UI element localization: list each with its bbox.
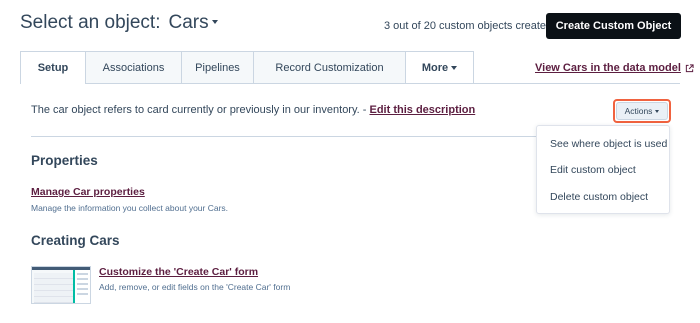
view-in-data-model-label: View Cars in the data model: [535, 62, 681, 74]
tab-record-customization-label: Record Customization: [275, 61, 384, 74]
caret-down-icon: [655, 109, 660, 113]
tab-setup[interactable]: Setup: [20, 51, 86, 84]
tab-bar: Setup Associations Pipelines Record Cust…: [20, 51, 474, 84]
page-title: Select an object: Cars: [20, 12, 218, 34]
view-in-data-model-link[interactable]: View Cars in the data model: [535, 62, 694, 74]
section-divider: [31, 136, 536, 137]
create-custom-object-button[interactable]: Create Custom Object: [546, 13, 681, 39]
tab-record-customization[interactable]: Record Customization: [253, 51, 406, 83]
edit-description-link[interactable]: Edit this description: [370, 104, 476, 116]
page-title-prefix: Select an object:: [20, 12, 161, 33]
tab-pipelines[interactable]: Pipelines: [181, 51, 254, 83]
custom-object-count: 3 out of 20 custom objects created: [384, 20, 553, 32]
menu-item-edit-custom-object[interactable]: Edit custom object: [550, 164, 636, 176]
object-selector[interactable]: Cars: [168, 12, 218, 34]
actions-button-label: Actions: [624, 106, 653, 116]
external-link-icon: [685, 63, 694, 72]
creating-subtext: Add, remove, or edit fields on the 'Crea…: [99, 282, 291, 292]
tab-associations[interactable]: Associations: [85, 51, 182, 83]
object-selector-label: Cars: [168, 12, 209, 33]
menu-item-delete-custom-object[interactable]: Delete custom object: [550, 191, 648, 203]
creating-heading: Creating Cars: [31, 233, 120, 248]
description-text: The car object refers to card currently …: [31, 104, 370, 116]
menu-item-see-where-used[interactable]: See where object is used: [550, 138, 667, 150]
properties-subtext: Manage the information you collect about…: [31, 203, 229, 213]
manage-properties-link[interactable]: Manage Car properties: [31, 186, 145, 198]
tab-more[interactable]: More: [405, 51, 474, 83]
caret-down-icon: [211, 19, 218, 24]
properties-heading: Properties: [31, 153, 98, 168]
tab-pipelines-label: Pipelines: [195, 61, 240, 74]
object-description: The car object refers to card currently …: [31, 104, 475, 116]
tab-setup-label: Setup: [37, 62, 69, 74]
actions-dropdown-menu: See where object is used Edit custom obj…: [536, 125, 670, 214]
tab-more-label: More: [421, 61, 449, 74]
form-preview-thumbnail: [31, 266, 91, 304]
tab-divider: [20, 83, 680, 84]
caret-down-icon: [451, 65, 458, 70]
actions-button[interactable]: Actions: [616, 102, 668, 120]
tab-associations-label: Associations: [102, 61, 165, 74]
customize-create-form-link[interactable]: Customize the 'Create Car' form: [99, 266, 258, 278]
